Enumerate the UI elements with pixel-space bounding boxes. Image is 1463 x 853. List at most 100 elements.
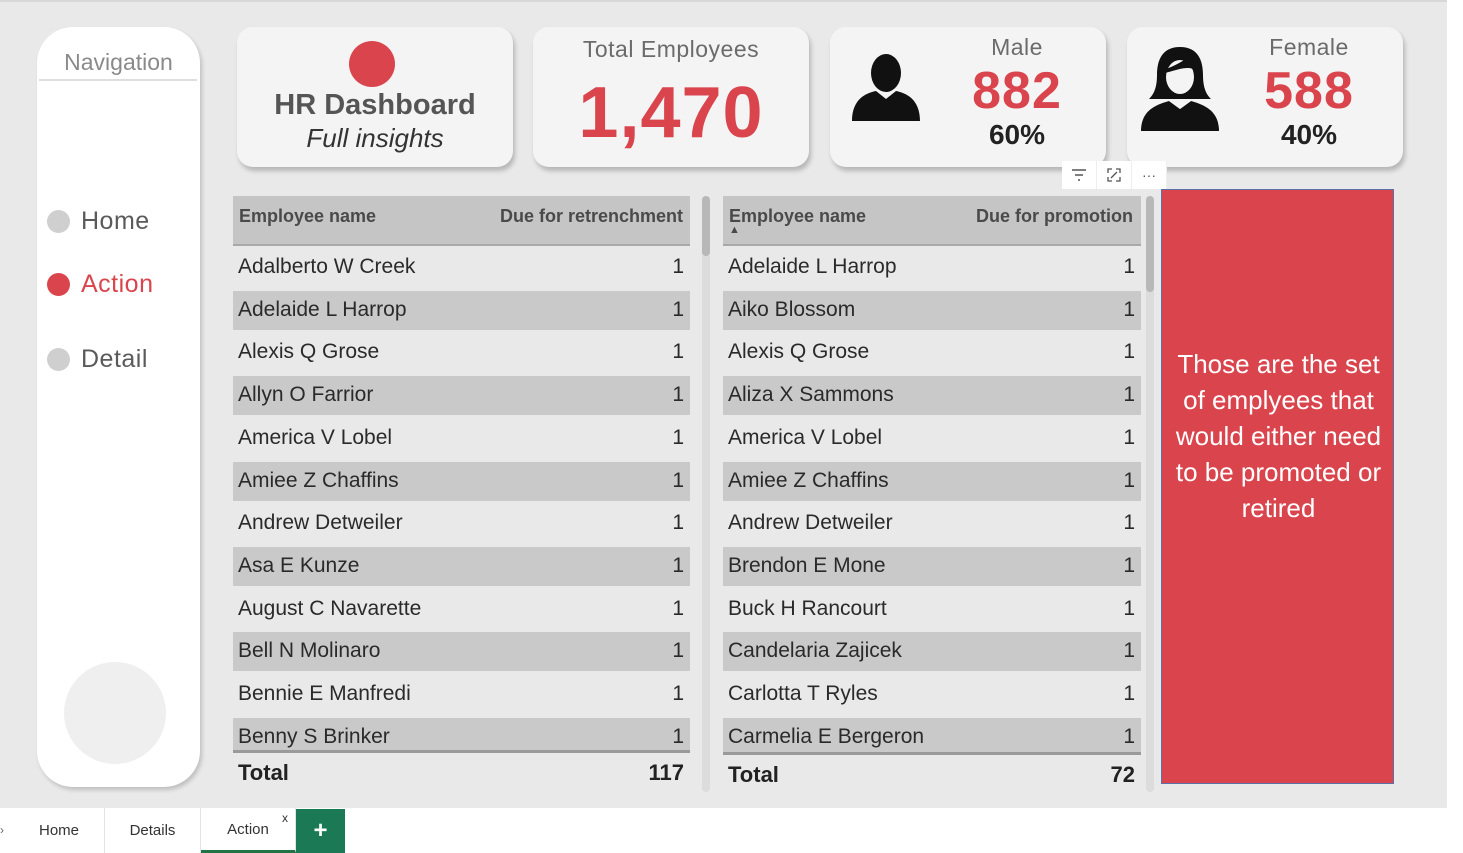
- table-row[interactable]: Andrew Detweiler 1: [233, 504, 690, 543]
- employee-name-cell: Amiee Z Chaffins: [238, 468, 399, 492]
- scrollbar-thumb[interactable]: [702, 196, 710, 256]
- dashboard-subtitle: Full insights: [306, 123, 444, 153]
- navigation-divider: [39, 79, 197, 81]
- employee-name-cell: Benny S Brinker: [238, 724, 390, 748]
- female-label: Female: [1269, 34, 1349, 60]
- info-note-text: Those are the set of emplyees that would…: [1175, 349, 1382, 523]
- table-row[interactable]: Asa E Kunze 1: [233, 546, 690, 586]
- employee-name-cell: Aliza X Sammons: [728, 383, 894, 407]
- add-page-button[interactable]: +: [296, 809, 345, 853]
- nav-item-label: Home: [81, 207, 150, 235]
- table-row[interactable]: Adalberto W Creek 1: [233, 248, 690, 287]
- info-note-panel: Those are the set of emplyees that would…: [1161, 189, 1394, 784]
- employee-name-cell: Bell N Molinaro: [238, 639, 381, 663]
- value-cell: 1: [672, 468, 684, 492]
- value-cell: 1: [1123, 682, 1135, 705]
- value-cell: 1: [1123, 255, 1135, 278]
- female-value: 588: [1264, 62, 1354, 120]
- employee-name-cell: Amiee Z Chaffins: [728, 468, 889, 492]
- nav-item-detail[interactable]: Detail: [47, 345, 148, 374]
- tab-details[interactable]: Details: [105, 808, 201, 853]
- nav-item-action[interactable]: Action: [47, 270, 153, 299]
- table-row[interactable]: Carmelia E Bergeron 1: [723, 717, 1141, 752]
- promotion-scrollbar[interactable]: [1146, 196, 1154, 792]
- employee-name-cell: America V Lobel: [238, 425, 393, 449]
- table-row[interactable]: Carlotta T Ryles 1: [723, 675, 1141, 714]
- tab-home[interactable]: Home: [14, 808, 105, 853]
- value-cell: 1: [672, 724, 684, 748]
- employee-name-cell: Adelaide L Harrop: [238, 297, 407, 321]
- scrollbar-thumb[interactable]: [1146, 196, 1154, 292]
- total-employees-label: Total Employees: [582, 36, 760, 62]
- nav-dot-icon: [47, 210, 70, 233]
- value-cell: 1: [672, 639, 684, 663]
- table-total-row: Total 72: [723, 752, 1141, 792]
- table-row[interactable]: Adelaide L Harrop 1: [723, 248, 1141, 287]
- column-header-employee-name[interactable]: Employee name: [729, 206, 866, 227]
- retrenchment-scrollbar[interactable]: [702, 196, 710, 792]
- table-row[interactable]: America V Lobel 1: [233, 419, 690, 458]
- nav-item-label: Action: [81, 270, 154, 298]
- table-row[interactable]: Alexis Q Grose 1: [723, 333, 1141, 372]
- close-tab-icon[interactable]: x: [282, 811, 288, 825]
- filter-icon[interactable]: [1062, 161, 1097, 189]
- table-row[interactable]: Brendon E Mone 1: [723, 546, 1141, 586]
- female-percent: 40%: [1280, 119, 1338, 150]
- male-percent: 60%: [988, 119, 1046, 150]
- column-header-due-for-retrenchment[interactable]: Due for retrenchment: [500, 206, 683, 227]
- table-body: Adelaide L Harrop 1 Aiko Blossom 1 Alexis Q …: [723, 248, 1141, 752]
- employee-name-cell: August C Navarette: [238, 596, 422, 620]
- table-row[interactable]: Amiee Z Chaffins 1: [233, 461, 690, 501]
- value-cell: 1: [1123, 724, 1135, 748]
- employee-name-cell: Bennie E Manfredi: [238, 682, 411, 705]
- nav-decorative-circle: [64, 662, 166, 764]
- tab-action[interactable]: Action x: [201, 808, 296, 853]
- employee-name-cell: Candelaria Zajicek: [728, 639, 902, 663]
- value-cell: 1: [1123, 297, 1135, 321]
- table-row[interactable]: August C Navarette 1: [233, 590, 690, 629]
- female-card: Female 588 40%: [1127, 27, 1403, 167]
- total-value: 117: [648, 760, 685, 785]
- employee-name-cell: Adelaide L Harrop: [728, 255, 897, 278]
- nav-dot-icon: [47, 348, 70, 371]
- more-options-icon[interactable]: ···: [1132, 161, 1167, 189]
- table-row[interactable]: Andrew Detweiler 1: [723, 504, 1141, 543]
- employee-name-cell: Andrew Detweiler: [238, 511, 403, 535]
- table-row[interactable]: Amiee Z Chaffins 1: [723, 461, 1141, 501]
- value-cell: 1: [1123, 639, 1135, 663]
- value-cell: 1: [672, 340, 684, 364]
- male-person-icon: [852, 54, 920, 121]
- report-canvas: Navigation Home Action Detail HR Dashboa…: [0, 0, 1447, 808]
- total-label: Total: [728, 762, 779, 787]
- value-cell: 1: [672, 682, 684, 705]
- total-employees-value: 1,470: [578, 73, 764, 153]
- column-header-due-for-promotion[interactable]: Due for promotion: [976, 206, 1133, 227]
- employee-name-cell: Asa E Kunze: [238, 553, 360, 577]
- table-row[interactable]: Bell N Molinaro 1: [233, 632, 690, 672]
- table-row[interactable]: Aiko Blossom 1: [723, 290, 1141, 330]
- table-header: Employee name ▲ Due for promotion: [723, 196, 1141, 246]
- employee-name-cell: Buck H Rancourt: [728, 596, 887, 620]
- table-row[interactable]: Alexis Q Grose 1: [233, 333, 690, 372]
- table-row[interactable]: Buck H Rancourt 1: [723, 590, 1141, 629]
- table-row[interactable]: Candelaria Zajicek 1: [723, 632, 1141, 672]
- table-row[interactable]: Adelaide L Harrop 1: [233, 290, 690, 330]
- page-tab-bar: › Home Details Action x +: [0, 808, 1463, 853]
- focus-mode-icon[interactable]: [1097, 161, 1132, 189]
- employee-name-cell: Alexis Q Grose: [238, 340, 380, 364]
- female-person-icon: [1141, 47, 1219, 131]
- value-cell: 1: [672, 297, 684, 321]
- employee-name-cell: Carlotta T Ryles: [728, 682, 878, 705]
- retrenchment-table: Employee name Due for retrenchment Adalb…: [233, 196, 690, 790]
- hr-dashboard-card: HR Dashboard Full insights: [237, 27, 513, 167]
- column-header-employee-name[interactable]: Employee name: [239, 206, 376, 227]
- table-row[interactable]: Bennie E Manfredi 1: [233, 675, 690, 714]
- table-row[interactable]: Aliza X Sammons 1: [723, 376, 1141, 416]
- employee-name-cell: Brendon E Mone: [728, 553, 886, 577]
- table-row[interactable]: Benny S Brinker 1: [233, 717, 690, 752]
- value-cell: 1: [1123, 425, 1135, 449]
- table-row[interactable]: America V Lobel 1: [723, 419, 1141, 458]
- table-row[interactable]: Allyn O Farrior 1: [233, 376, 690, 416]
- nav-item-home[interactable]: Home: [47, 207, 150, 236]
- tab-scroll-left-icon[interactable]: ›: [0, 823, 4, 837]
